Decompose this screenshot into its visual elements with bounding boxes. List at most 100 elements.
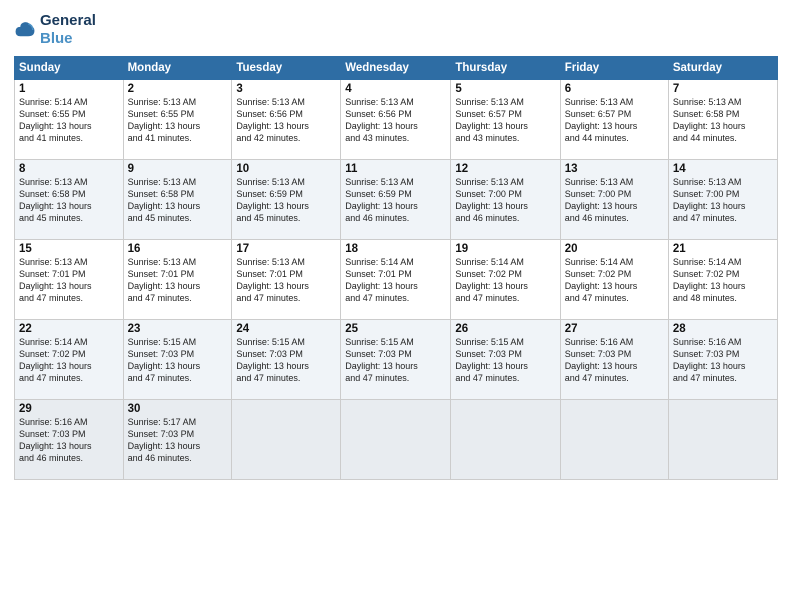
calendar-cell xyxy=(341,400,451,480)
day-number: 18 xyxy=(345,243,446,255)
day-detail: Sunrise: 5:13 AMSunset: 6:58 PMDaylight:… xyxy=(128,176,228,225)
day-detail: Sunrise: 5:17 AMSunset: 7:03 PMDaylight:… xyxy=(128,416,228,465)
day-number: 27 xyxy=(565,323,664,335)
calendar-cell: 15Sunrise: 5:13 AMSunset: 7:01 PMDayligh… xyxy=(15,240,124,320)
col-tuesday: Tuesday xyxy=(232,57,341,80)
calendar-cell: 22Sunrise: 5:14 AMSunset: 7:02 PMDayligh… xyxy=(15,320,124,400)
calendar-week-5: 29Sunrise: 5:16 AMSunset: 7:03 PMDayligh… xyxy=(15,400,778,480)
day-number: 11 xyxy=(345,163,446,175)
calendar-cell: 11Sunrise: 5:13 AMSunset: 6:59 PMDayligh… xyxy=(341,160,451,240)
day-number: 4 xyxy=(345,83,446,95)
calendar-cell: 28Sunrise: 5:16 AMSunset: 7:03 PMDayligh… xyxy=(668,320,777,400)
calendar-cell: 16Sunrise: 5:13 AMSunset: 7:01 PMDayligh… xyxy=(123,240,232,320)
day-number: 16 xyxy=(128,243,228,255)
calendar-cell: 2Sunrise: 5:13 AMSunset: 6:55 PMDaylight… xyxy=(123,80,232,160)
day-detail: Sunrise: 5:13 AMSunset: 7:01 PMDaylight:… xyxy=(19,256,119,305)
calendar-cell: 30Sunrise: 5:17 AMSunset: 7:03 PMDayligh… xyxy=(123,400,232,480)
day-detail: Sunrise: 5:14 AMSunset: 7:02 PMDaylight:… xyxy=(673,256,773,305)
calendar-cell xyxy=(451,400,560,480)
day-number: 28 xyxy=(673,323,773,335)
day-detail: Sunrise: 5:15 AMSunset: 7:03 PMDaylight:… xyxy=(345,336,446,385)
calendar-cell: 23Sunrise: 5:15 AMSunset: 7:03 PMDayligh… xyxy=(123,320,232,400)
day-number: 8 xyxy=(19,163,119,175)
calendar-cell: 6Sunrise: 5:13 AMSunset: 6:57 PMDaylight… xyxy=(560,80,668,160)
day-number: 29 xyxy=(19,403,119,415)
day-detail: Sunrise: 5:13 AMSunset: 7:01 PMDaylight:… xyxy=(236,256,336,305)
col-wednesday: Wednesday xyxy=(341,57,451,80)
day-detail: Sunrise: 5:13 AMSunset: 6:55 PMDaylight:… xyxy=(128,96,228,145)
day-number: 1 xyxy=(19,83,119,95)
day-number: 6 xyxy=(565,83,664,95)
calendar-header-row: Sunday Monday Tuesday Wednesday Thursday… xyxy=(15,57,778,80)
calendar-cell: 19Sunrise: 5:14 AMSunset: 7:02 PMDayligh… xyxy=(451,240,560,320)
day-number: 25 xyxy=(345,323,446,335)
calendar-cell: 18Sunrise: 5:14 AMSunset: 7:01 PMDayligh… xyxy=(341,240,451,320)
day-number: 20 xyxy=(565,243,664,255)
day-number: 12 xyxy=(455,163,555,175)
col-thursday: Thursday xyxy=(451,57,560,80)
calendar-cell: 10Sunrise: 5:13 AMSunset: 6:59 PMDayligh… xyxy=(232,160,341,240)
header: General Blue xyxy=(14,12,778,48)
day-detail: Sunrise: 5:14 AMSunset: 7:02 PMDaylight:… xyxy=(455,256,555,305)
day-number: 26 xyxy=(455,323,555,335)
calendar-cell: 14Sunrise: 5:13 AMSunset: 7:00 PMDayligh… xyxy=(668,160,777,240)
calendar-cell: 7Sunrise: 5:13 AMSunset: 6:58 PMDaylight… xyxy=(668,80,777,160)
calendar-cell: 17Sunrise: 5:13 AMSunset: 7:01 PMDayligh… xyxy=(232,240,341,320)
calendar-cell: 25Sunrise: 5:15 AMSunset: 7:03 PMDayligh… xyxy=(341,320,451,400)
calendar-week-2: 8Sunrise: 5:13 AMSunset: 6:58 PMDaylight… xyxy=(15,160,778,240)
day-number: 22 xyxy=(19,323,119,335)
logo-icon xyxy=(14,19,36,41)
day-detail: Sunrise: 5:16 AMSunset: 7:03 PMDaylight:… xyxy=(565,336,664,385)
day-detail: Sunrise: 5:15 AMSunset: 7:03 PMDaylight:… xyxy=(128,336,228,385)
calendar-cell: 4Sunrise: 5:13 AMSunset: 6:56 PMDaylight… xyxy=(341,80,451,160)
day-detail: Sunrise: 5:14 AMSunset: 7:01 PMDaylight:… xyxy=(345,256,446,305)
day-detail: Sunrise: 5:13 AMSunset: 6:59 PMDaylight:… xyxy=(345,176,446,225)
col-friday: Friday xyxy=(560,57,668,80)
calendar-week-4: 22Sunrise: 5:14 AMSunset: 7:02 PMDayligh… xyxy=(15,320,778,400)
calendar-week-3: 15Sunrise: 5:13 AMSunset: 7:01 PMDayligh… xyxy=(15,240,778,320)
calendar-cell: 27Sunrise: 5:16 AMSunset: 7:03 PMDayligh… xyxy=(560,320,668,400)
calendar-table: Sunday Monday Tuesday Wednesday Thursday… xyxy=(14,56,778,480)
calendar-cell xyxy=(232,400,341,480)
day-detail: Sunrise: 5:13 AMSunset: 6:56 PMDaylight:… xyxy=(345,96,446,145)
day-detail: Sunrise: 5:13 AMSunset: 7:00 PMDaylight:… xyxy=(455,176,555,225)
calendar-cell xyxy=(560,400,668,480)
day-number: 13 xyxy=(565,163,664,175)
calendar-cell: 20Sunrise: 5:14 AMSunset: 7:02 PMDayligh… xyxy=(560,240,668,320)
calendar-week-1: 1Sunrise: 5:14 AMSunset: 6:55 PMDaylight… xyxy=(15,80,778,160)
day-detail: Sunrise: 5:16 AMSunset: 7:03 PMDaylight:… xyxy=(673,336,773,385)
day-detail: Sunrise: 5:16 AMSunset: 7:03 PMDaylight:… xyxy=(19,416,119,465)
day-detail: Sunrise: 5:14 AMSunset: 6:55 PMDaylight:… xyxy=(19,96,119,145)
day-number: 10 xyxy=(236,163,336,175)
day-detail: Sunrise: 5:13 AMSunset: 6:57 PMDaylight:… xyxy=(455,96,555,145)
day-number: 24 xyxy=(236,323,336,335)
day-number: 15 xyxy=(19,243,119,255)
day-number: 5 xyxy=(455,83,555,95)
calendar-cell: 5Sunrise: 5:13 AMSunset: 6:57 PMDaylight… xyxy=(451,80,560,160)
logo-text: General Blue xyxy=(40,12,96,48)
day-detail: Sunrise: 5:13 AMSunset: 6:58 PMDaylight:… xyxy=(19,176,119,225)
day-detail: Sunrise: 5:13 AMSunset: 6:58 PMDaylight:… xyxy=(673,96,773,145)
day-number: 21 xyxy=(673,243,773,255)
day-detail: Sunrise: 5:13 AMSunset: 6:59 PMDaylight:… xyxy=(236,176,336,225)
day-detail: Sunrise: 5:14 AMSunset: 7:02 PMDaylight:… xyxy=(19,336,119,385)
day-number: 30 xyxy=(128,403,228,415)
day-number: 14 xyxy=(673,163,773,175)
day-detail: Sunrise: 5:14 AMSunset: 7:02 PMDaylight:… xyxy=(565,256,664,305)
day-number: 7 xyxy=(673,83,773,95)
col-sunday: Sunday xyxy=(15,57,124,80)
day-number: 2 xyxy=(128,83,228,95)
day-detail: Sunrise: 5:13 AMSunset: 7:00 PMDaylight:… xyxy=(673,176,773,225)
day-number: 17 xyxy=(236,243,336,255)
day-detail: Sunrise: 5:13 AMSunset: 6:57 PMDaylight:… xyxy=(565,96,664,145)
calendar-cell: 29Sunrise: 5:16 AMSunset: 7:03 PMDayligh… xyxy=(15,400,124,480)
calendar-cell: 26Sunrise: 5:15 AMSunset: 7:03 PMDayligh… xyxy=(451,320,560,400)
calendar-cell: 3Sunrise: 5:13 AMSunset: 6:56 PMDaylight… xyxy=(232,80,341,160)
col-monday: Monday xyxy=(123,57,232,80)
day-detail: Sunrise: 5:13 AMSunset: 7:00 PMDaylight:… xyxy=(565,176,664,225)
day-number: 19 xyxy=(455,243,555,255)
calendar-cell: 8Sunrise: 5:13 AMSunset: 6:58 PMDaylight… xyxy=(15,160,124,240)
day-number: 9 xyxy=(128,163,228,175)
calendar-cell: 1Sunrise: 5:14 AMSunset: 6:55 PMDaylight… xyxy=(15,80,124,160)
calendar-cell xyxy=(668,400,777,480)
